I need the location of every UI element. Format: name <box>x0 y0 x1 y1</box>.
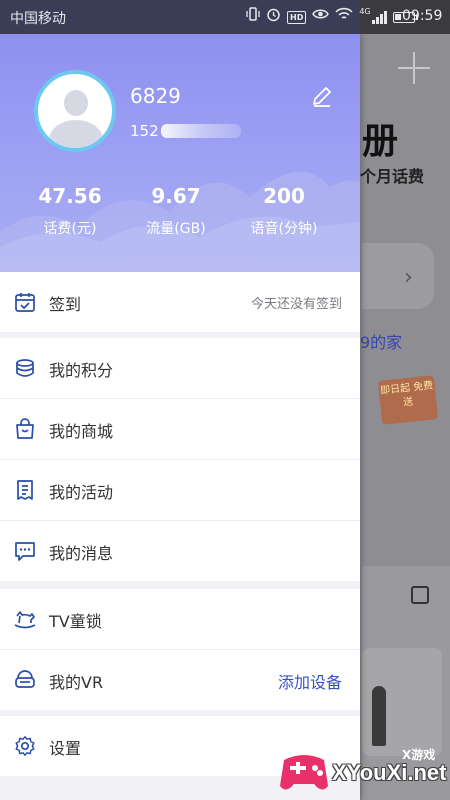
balance-value: 47.56 <box>38 184 102 208</box>
account-group: 我的积分 我的商城 我的活动 我的消息 <box>0 338 360 581</box>
coins-icon <box>16 359 34 377</box>
voice-label: 语音(分钟) <box>250 221 318 237</box>
avatar[interactable] <box>34 70 116 152</box>
user-phone: 152 <box>130 122 241 140</box>
promo-badge[interactable]: 即日起 免费送 <box>377 375 439 425</box>
phone-prefix: 152 <box>130 122 159 140</box>
network-type: 4G <box>359 7 371 16</box>
calendar-check-icon <box>15 293 35 312</box>
signin-label: 签到 <box>49 295 82 314</box>
alarm-icon <box>266 7 281 28</box>
tv-lock-label: TV童锁 <box>49 612 102 631</box>
balance-label: 话费(元) <box>43 221 97 237</box>
person-figure <box>372 686 386 746</box>
menu-item-points[interactable]: 我的积分 <box>0 338 360 398</box>
navigation-drawer: 6829 152 47.56 话费(元) 9.67 流量(GB) 200 语音(… <box>0 34 360 800</box>
gear-icon <box>15 736 35 756</box>
data-stat[interactable]: 9.67 流量(GB) <box>121 184 231 238</box>
activity-label: 我的活动 <box>49 483 114 502</box>
messages-label: 我的消息 <box>49 544 114 563</box>
menu-item-signin[interactable]: 签到 今天还没有签到 <box>0 272 360 332</box>
gamepad-logo-icon <box>280 755 328 790</box>
points-label: 我的积分 <box>49 361 114 380</box>
signin-status: 今天还没有签到 <box>250 297 342 312</box>
eye-icon <box>312 8 330 26</box>
shopping-bag-icon <box>16 418 34 439</box>
carrier-label: 中国移动 <box>10 11 66 27</box>
watermark: X游戏 XYouXi.net <box>278 742 450 800</box>
clock: 09:59 <box>402 8 443 24</box>
square-icon <box>411 586 429 604</box>
balance-stat[interactable]: 47.56 话费(元) <box>15 184 125 238</box>
voice-value: 200 <box>263 184 305 208</box>
menu-item-vr[interactable]: 我的VR 添加设备 <box>0 649 360 710</box>
signal-icon <box>371 10 387 24</box>
edit-icon[interactable] <box>310 84 334 108</box>
banner-title: 册 <box>362 121 398 162</box>
rocking-horse-icon <box>14 611 36 629</box>
data-value: 9.67 <box>151 184 201 208</box>
phone-redacted <box>160 124 241 138</box>
add-device-button[interactable]: 添加设备 <box>278 669 342 693</box>
voice-stat[interactable]: 200 语音(分钟) <box>229 184 339 238</box>
chat-icon <box>15 542 35 561</box>
profile-header: 6829 152 47.56 话费(元) 9.67 流量(GB) 200 语音(… <box>0 34 360 272</box>
background-card[interactable] <box>362 243 434 309</box>
vr-label: 我的VR <box>49 673 104 692</box>
menu-item-activity[interactable]: 我的活动 <box>0 459 360 520</box>
data-label: 流量(GB) <box>146 221 206 237</box>
status-bar: 中国移动 HD 4G 09:59 <box>0 0 450 34</box>
hd-icon: HD <box>287 10 307 24</box>
menu-item-mall[interactable]: 我的商城 <box>0 398 360 459</box>
home-label: 9的家 <box>360 333 403 352</box>
menu-item-tv-lock[interactable]: TV童锁 <box>0 589 360 649</box>
wifi-icon <box>335 7 353 27</box>
vibrate-icon <box>246 6 260 28</box>
mall-label: 我的商城 <box>49 422 114 441</box>
chevron-right-icon: › <box>404 265 413 290</box>
banner-subtitle: 个月话费 <box>360 167 425 186</box>
document-icon <box>17 480 33 500</box>
user-name: 6829 <box>130 84 181 108</box>
add-icon[interactable] <box>398 52 430 84</box>
settings-label: 设置 <box>49 739 82 758</box>
menu-item-messages[interactable]: 我的消息 <box>0 520 360 581</box>
signin-group: 签到 今天还没有签到 <box>0 272 360 332</box>
watermark-big-text: XYouXi.net <box>332 760 447 785</box>
device-group: TV童锁 我的VR 添加设备 <box>0 589 360 710</box>
vr-headset-icon <box>15 670 35 688</box>
